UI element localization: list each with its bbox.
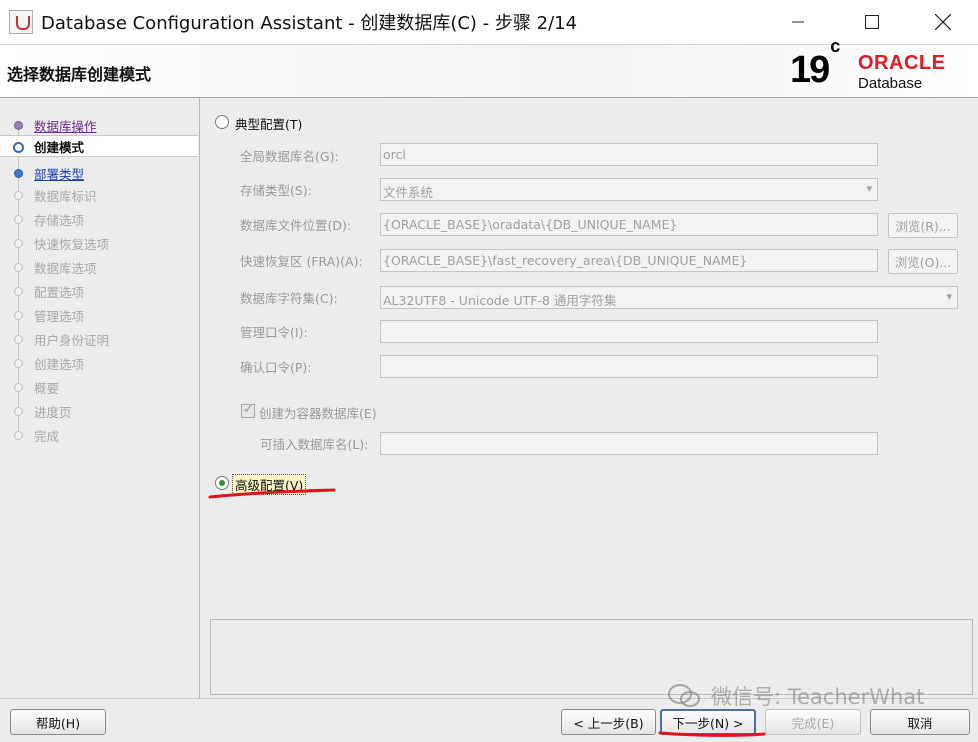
window-title: Database Configuration Assistant - 创建数据库… <box>41 13 578 34</box>
maximize-icon <box>865 15 879 29</box>
sidebar-step-item[interactable]: 数据库操作 <box>0 114 198 136</box>
logo-brand: ORACLE <box>858 52 946 74</box>
sidebar-step-item: 快速恢复选项 <box>0 232 198 254</box>
browse-fra-button[interactable]: 浏览(O)... <box>888 249 958 274</box>
sidebar-step-item: 进度页 <box>0 400 198 422</box>
logo-product: Database <box>858 75 923 92</box>
close-button[interactable] <box>920 0 966 44</box>
sidebar-step-label: 进度页 <box>34 404 72 420</box>
step-indicator-icon <box>14 407 23 416</box>
admin-password-input[interactable] <box>380 320 878 343</box>
db-file-location-input[interactable]: {ORACLE_BASE}\oradata\{DB_UNIQUE_NAME} <box>380 213 878 236</box>
sidebar-step-item: 概要 <box>0 376 198 398</box>
sidebar-step-label: 数据库选项 <box>34 260 97 276</box>
global-db-name-label: 全局数据库名(G): <box>240 149 339 164</box>
sidebar-step-item: 创建选项 <box>0 352 198 374</box>
java-app-icon <box>9 10 33 34</box>
sidebar-step-item: 配置选项 <box>0 280 198 302</box>
wechat-watermark: 微信号: TeacherWhat <box>667 681 924 711</box>
sidebar-step-item: 用户身份证明 <box>0 328 198 350</box>
sidebar-step-item[interactable]: 部署类型 <box>0 162 198 184</box>
charset-select[interactable]: AL32UTF8 - Unicode UTF-8 通用字符集 <box>380 286 958 309</box>
step-indicator-icon <box>14 215 23 224</box>
container-db-label: 创建为容器数据库(E) <box>259 406 377 421</box>
red-underline-annotation <box>208 488 336 499</box>
fra-location-input[interactable]: {ORACLE_BASE}\fast_recovery_area\{DB_UNI… <box>380 249 878 272</box>
finish-button[interactable]: 完成(E) <box>765 709 861 735</box>
storage-type-label: 存储类型(S): <box>240 183 312 198</box>
minimize-button[interactable] <box>775 0 821 44</box>
sidebar-step-item: 数据库选项 <box>0 256 198 278</box>
step-indicator-icon <box>14 287 23 296</box>
step-indicator-icon <box>14 263 23 272</box>
step-indicator-icon <box>14 311 23 320</box>
browse-db-location-button[interactable]: 浏览(R)... <box>888 213 958 238</box>
oracle-19c-logo: 19c ORACLE Database <box>790 36 970 95</box>
db-file-location-label: 数据库文件位置(D): <box>240 218 352 233</box>
sidebar-step-item: 存储选项 <box>0 208 198 230</box>
sidebar-step-label: 数据库标识 <box>34 188 97 204</box>
sidebar-step-label: 创建选项 <box>34 356 85 372</box>
step-indicator-icon <box>14 191 23 200</box>
wechat-icon <box>668 684 700 707</box>
step-indicator-icon <box>13 142 24 153</box>
sidebar-step-item: 完成 <box>0 424 198 446</box>
sidebar-step-label: 部署类型 <box>34 166 85 182</box>
sidebar-step-label: 完成 <box>34 428 60 444</box>
cancel-button[interactable]: 取消 <box>870 709 970 735</box>
step-indicator-icon <box>14 335 23 344</box>
storage-type-select[interactable]: 文件系统 <box>380 178 878 201</box>
sidebar-step-item: 管理选项 <box>0 304 198 326</box>
sidebar-step-item[interactable]: 创建模式 <box>0 135 198 157</box>
step-indicator-icon <box>14 121 23 130</box>
sidebar-step-label: 概要 <box>34 380 60 396</box>
step-indicator-icon <box>14 169 23 178</box>
container-db-checkbox[interactable] <box>241 402 255 418</box>
watermark-text: 微信号: TeacherWhat <box>711 685 925 709</box>
typical-config-radio[interactable] <box>215 115 229 129</box>
admin-password-label: 管理口令(I): <box>240 325 308 340</box>
step-indicator-icon <box>14 239 23 248</box>
sidebar-step-label: 管理选项 <box>34 308 85 324</box>
step-header: 选择数据库创建模式 19c ORACLE Database <box>0 36 978 98</box>
close-icon <box>935 14 951 30</box>
steps-sidebar: 数据库操作创建模式部署类型数据库标识存储选项快速恢复选项 数据库选项配置选项管理选… <box>0 98 200 698</box>
pdb-name-input[interactable] <box>380 432 878 455</box>
maximize-button[interactable] <box>849 0 895 44</box>
main-panel: 典型配置(T) 全局数据库名(G): orcl 存储类型(S): 文件系统 数据… <box>201 98 978 698</box>
sidebar-step-item: 数据库标识 <box>0 184 198 206</box>
sidebar-step-label: 用户身份证明 <box>34 332 110 348</box>
next-underline-annotation <box>658 731 766 737</box>
back-button[interactable]: < 上一步(B) <box>561 709 656 735</box>
fra-label: 快速恢复区 (FRA)(A): <box>240 254 363 269</box>
logo-version: 19c <box>790 36 840 91</box>
confirm-password-label: 确认口令(P): <box>240 360 312 375</box>
sidebar-step-label: 存储选项 <box>34 212 85 228</box>
typical-config-label[interactable]: 典型配置(T) <box>235 114 302 133</box>
charset-label: 数据库字符集(C): <box>240 291 338 306</box>
step-indicator-icon <box>14 431 23 440</box>
sidebar-step-label: 配置选项 <box>34 284 85 300</box>
page-title: 选择数据库创建模式 <box>7 65 152 84</box>
help-button[interactable]: 帮助(H) <box>10 709 106 735</box>
sidebar-step-label: 数据库操作 <box>34 118 97 134</box>
minimize-icon <box>792 21 804 23</box>
global-db-name-input[interactable]: orcl <box>380 143 878 166</box>
step-indicator-icon <box>14 383 23 392</box>
confirm-password-input[interactable] <box>380 355 878 378</box>
step-indicator-icon <box>14 359 23 368</box>
sidebar-step-label: 快速恢复选项 <box>34 236 110 252</box>
pdb-name-label: 可插入数据库名(L): <box>260 437 369 452</box>
sidebar-step-label: 创建模式 <box>34 139 85 155</box>
